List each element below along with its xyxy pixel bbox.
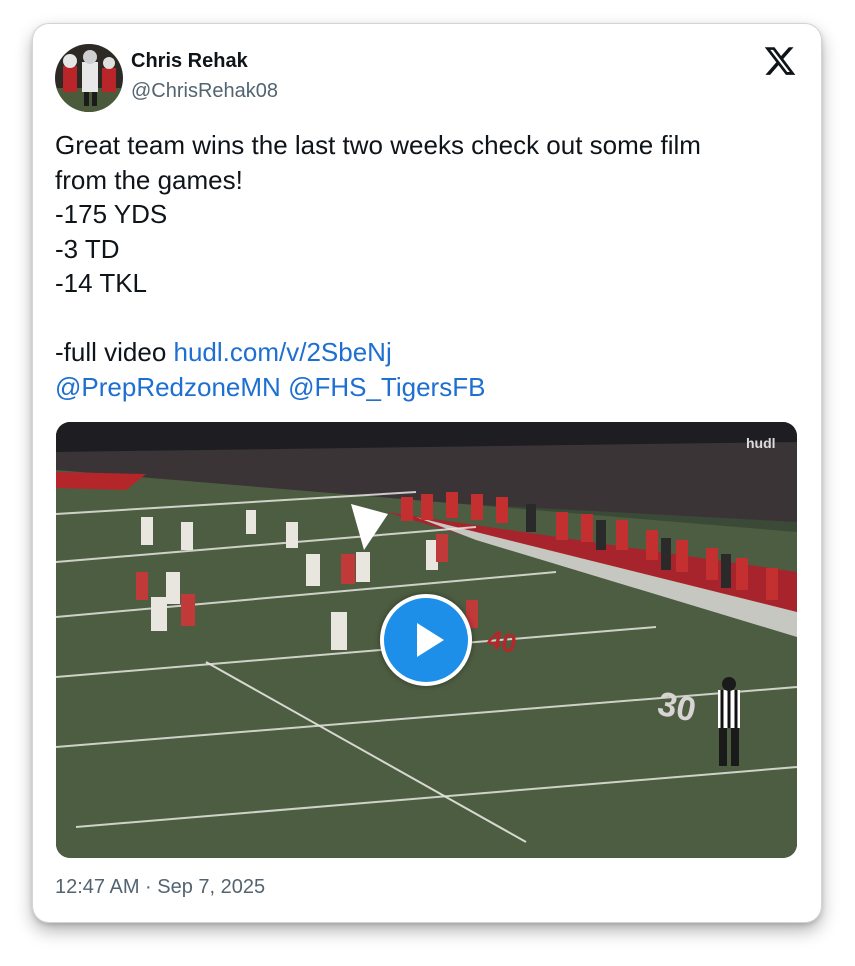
mention-fhs-tigers[interactable]: @FHS_TigersFB: [288, 372, 485, 402]
tweet-line: Great team wins the last two weeks check…: [55, 130, 701, 160]
x-logo-icon[interactable]: [763, 44, 797, 78]
stat-touchdowns: -3 TD: [55, 233, 120, 264]
play-icon: [417, 623, 444, 657]
tweet-card: Chris Rehak @ChrisRehak08 Great team win…: [33, 24, 821, 922]
video-link[interactable]: hudl.com/v/2SbeNj: [174, 337, 392, 367]
avatar[interactable]: [55, 44, 123, 112]
video-thumbnail[interactable]: 40 30 hudl: [56, 422, 797, 858]
play-button[interactable]: [380, 594, 472, 686]
author-name[interactable]: Chris Rehak: [131, 50, 248, 73]
video-line: -full video hudl.com/v/2SbeNj: [55, 335, 795, 370]
avatar-image: [55, 44, 123, 112]
author-handle[interactable]: @ChrisRehak08: [131, 80, 278, 103]
tweet-line: from the games!: [55, 164, 243, 195]
field-number-text: 30: [654, 685, 699, 730]
stat-yards: -175 YDS: [55, 199, 168, 229]
mention-prepredzone[interactable]: @PrepRedzoneMN: [55, 372, 281, 402]
stat-tackles: -14 TKL: [55, 268, 148, 298]
video-prefix: -full video: [55, 337, 174, 367]
mentions-line: @PrepRedzoneMN @FHS_TigersFB: [55, 370, 795, 405]
tweet-text: Great team wins the last two weeks check…: [55, 128, 795, 404]
svg-text:40: 40: [485, 624, 520, 659]
hudl-watermark: hudl: [746, 435, 776, 451]
tweet-timestamp[interactable]: 12:47 AM · Sep 7, 2025: [55, 876, 265, 899]
